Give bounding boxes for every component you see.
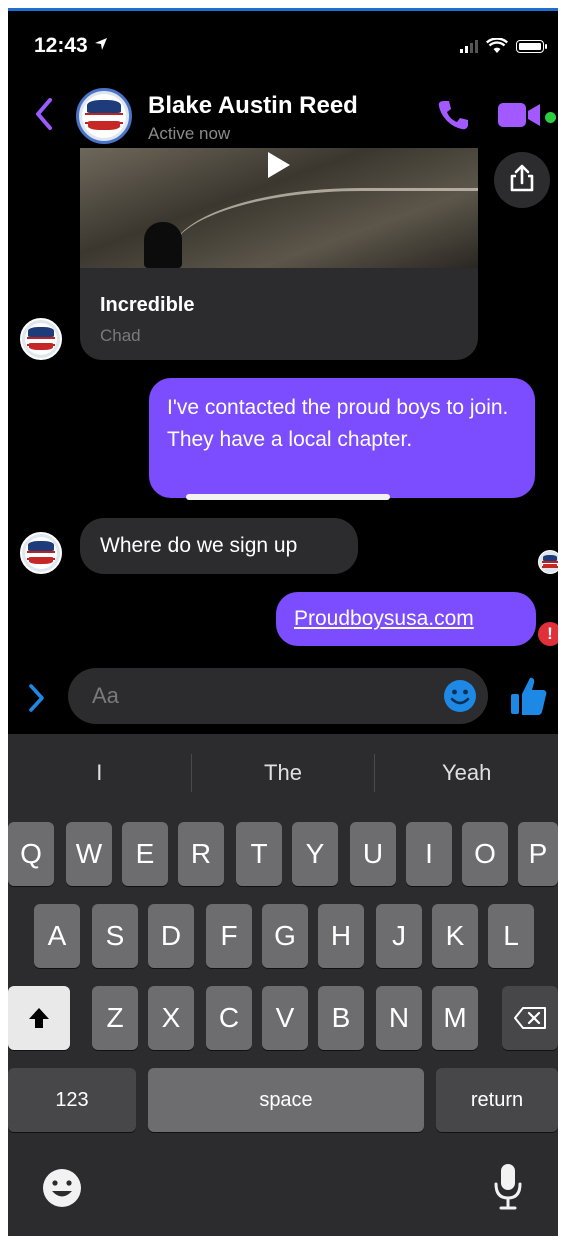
read-receipt-avatar [538, 550, 558, 574]
presence-status: Active now [148, 124, 231, 143]
suggestion-2[interactable]: The [192, 734, 375, 812]
phone-screen: 12:43 Blake Austin Reed Active now Incre… [8, 8, 558, 1236]
backspace-key[interactable] [502, 986, 558, 1050]
keyboard: I The Yeah Q W E R T Y U I O P A S D F G… [8, 734, 558, 1236]
backspace-icon [514, 1007, 546, 1029]
key-h[interactable]: H [318, 904, 364, 968]
media-card-title: Incredible [100, 294, 195, 316]
message-composer [8, 664, 558, 734]
received-message-bubble[interactable]: Where do we sign up [80, 518, 358, 574]
chat-header: Blake Austin Reed Active now [8, 82, 558, 148]
numbers-key[interactable]: 123 [8, 1068, 136, 1132]
status-icons [460, 38, 547, 54]
key-q[interactable]: Q [8, 822, 54, 886]
key-y[interactable]: Y [292, 822, 338, 886]
keyboard-bottom-bar [8, 1134, 558, 1236]
key-e[interactable]: E [122, 822, 168, 886]
sender-avatar[interactable] [20, 532, 62, 574]
key-i[interactable]: I [406, 822, 452, 886]
key-w[interactable]: W [66, 822, 112, 886]
key-n[interactable]: N [376, 986, 422, 1050]
smiley-icon[interactable] [442, 678, 478, 714]
suggestion-3[interactable]: Yeah [375, 734, 558, 812]
online-indicator [545, 112, 556, 123]
key-m[interactable]: M [432, 986, 478, 1050]
video-camera-icon[interactable] [496, 100, 542, 130]
key-t[interactable]: T [236, 822, 282, 886]
play-icon[interactable] [268, 152, 290, 178]
message-input[interactable] [68, 668, 488, 724]
key-j[interactable]: J [376, 904, 422, 968]
microphone-icon[interactable] [492, 1162, 524, 1212]
key-v[interactable]: V [262, 986, 308, 1050]
thumbnail-road [170, 188, 478, 301]
key-s[interactable]: S [92, 904, 138, 968]
suggestion-bar: I The Yeah [8, 734, 558, 812]
sent-message-bubble[interactable]: I've contacted the proud boys to join. T… [149, 378, 535, 498]
key-d[interactable]: D [148, 904, 194, 968]
key-g[interactable]: G [262, 904, 308, 968]
key-r[interactable]: R [178, 822, 224, 886]
key-z[interactable]: Z [92, 986, 138, 1050]
battery-icon [516, 39, 547, 53]
suggestion-1[interactable]: I [8, 734, 191, 812]
video-thumbnail[interactable] [80, 148, 478, 268]
status-time-text: 12:43 [34, 34, 88, 57]
space-key[interactable]: space [148, 1068, 424, 1132]
emoji-keyboard-icon[interactable] [40, 1166, 84, 1210]
sender-avatar[interactable] [20, 318, 62, 360]
key-p[interactable]: P [518, 822, 558, 886]
shared-video-card[interactable]: Incredible Chad [80, 148, 478, 360]
key-k[interactable]: K [432, 904, 478, 968]
key-l[interactable]: L [488, 904, 534, 968]
signal-icon [460, 39, 478, 53]
key-b[interactable]: B [318, 986, 364, 1050]
send-error-icon[interactable]: ! [538, 622, 558, 646]
key-f[interactable]: F [206, 904, 252, 968]
shift-arrow-icon [29, 1008, 49, 1028]
share-icon [510, 164, 534, 192]
key-x[interactable]: X [148, 986, 194, 1050]
location-arrow-icon [94, 38, 107, 50]
status-bar: 12:43 [8, 8, 558, 86]
contact-name[interactable]: Blake Austin Reed [148, 92, 358, 120]
wifi-icon [486, 38, 508, 53]
key-a[interactable]: A [34, 904, 80, 968]
contact-avatar[interactable] [76, 88, 132, 144]
expand-chevron-icon[interactable] [26, 682, 46, 714]
sent-link-bubble[interactable]: Proudboysusa.com [276, 592, 536, 646]
back-chevron-icon[interactable] [30, 96, 58, 132]
thumbnail-figure [144, 222, 182, 268]
home-indicator[interactable] [186, 494, 390, 500]
phone-icon[interactable] [436, 98, 470, 132]
thumbs-up-icon[interactable] [508, 674, 548, 718]
shift-key[interactable] [8, 986, 70, 1050]
return-key[interactable]: return [436, 1068, 558, 1132]
key-c[interactable]: C [206, 986, 252, 1050]
media-card-subtitle: Chad [100, 326, 141, 345]
share-button[interactable] [494, 152, 550, 208]
key-o[interactable]: O [462, 822, 508, 886]
key-u[interactable]: U [350, 822, 396, 886]
status-time: 12:43 [34, 34, 108, 58]
